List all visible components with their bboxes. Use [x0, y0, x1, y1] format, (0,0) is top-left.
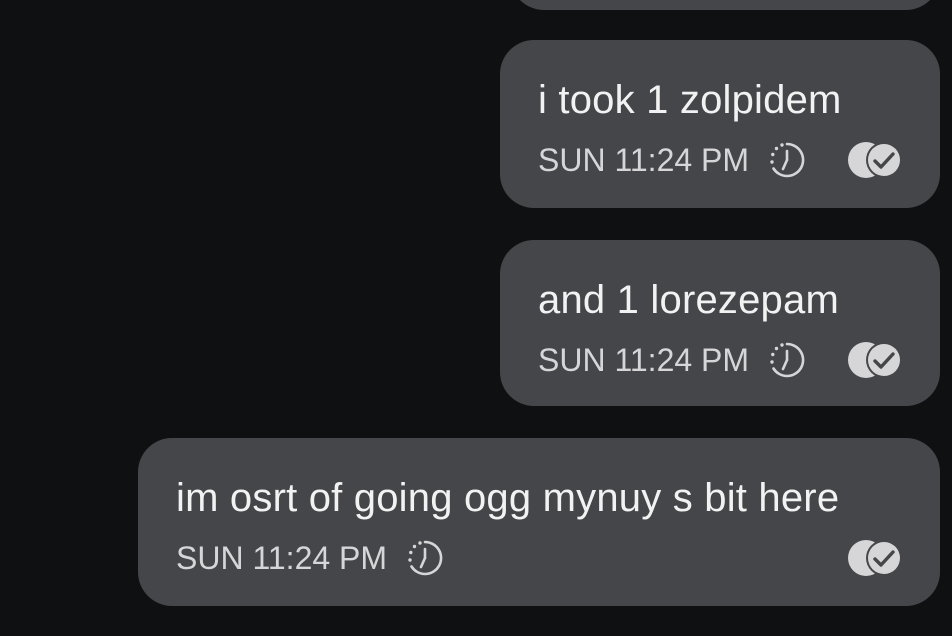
read-receipt-icon — [846, 340, 904, 380]
conversation-view: i took 1 zolpidem SUN 11:24 PM and 1 lor… — [0, 0, 952, 636]
message-text: i took 1 zolpidem — [538, 78, 842, 122]
expiring-timer-icon — [767, 340, 807, 380]
message-bubble[interactable]: i took 1 zolpidem SUN 11:24 PM — [500, 40, 940, 208]
message-bubble-partial[interactable] — [510, 0, 940, 10]
message-timestamp: SUN 11:24 PM — [538, 341, 750, 378]
message-timestamp: SUN 11:24 PM — [538, 141, 750, 178]
message-timestamp: SUN 11:24 PM — [176, 539, 388, 576]
read-receipt-icon — [846, 140, 904, 180]
expiring-timer-icon — [405, 538, 445, 578]
message-meta: SUN 11:24 PM — [538, 140, 807, 180]
message-bubble[interactable]: and 1 lorezepam SUN 11:24 PM — [500, 240, 940, 406]
message-text: and 1 lorezepam — [538, 278, 839, 322]
expiring-timer-icon — [767, 140, 807, 180]
read-receipt-icon — [846, 538, 904, 578]
message-bubble[interactable]: im osrt of going ogg mynuy s bit here SU… — [138, 438, 940, 606]
message-text: im osrt of going ogg mynuy s bit here — [176, 476, 840, 520]
message-meta: SUN 11:24 PM — [538, 340, 807, 380]
message-meta: SUN 11:24 PM — [176, 538, 445, 578]
